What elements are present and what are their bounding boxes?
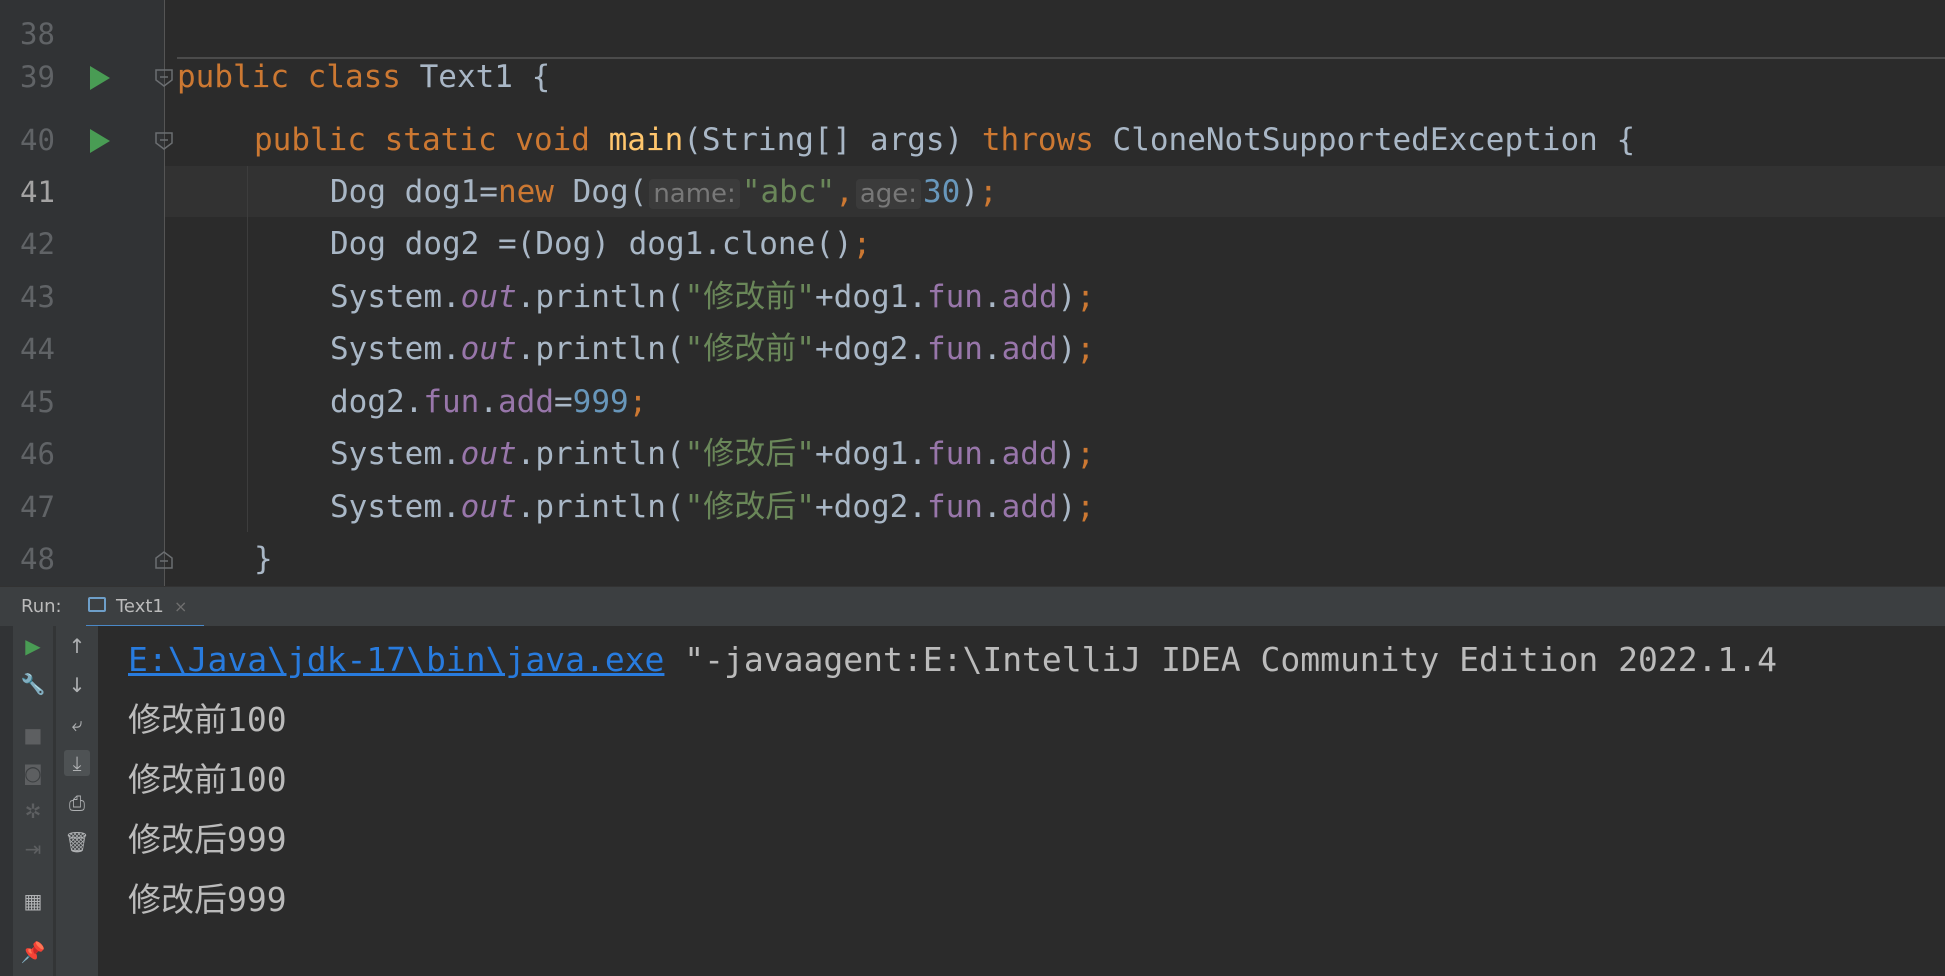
parameter-hint: age: [855, 179, 922, 209]
scroll-to-end-icon[interactable]: ⤓ [64, 750, 90, 776]
code-text: Dog dog2 =(Dog) dog1.clone(); [330, 226, 872, 262]
pin-icon[interactable]: 📌 [20, 939, 46, 965]
fold-icon[interactable] [153, 130, 175, 152]
console-icon [88, 597, 106, 612]
code-text: public class Text1 { [177, 59, 551, 95]
line-number: 46 [20, 437, 55, 471]
console-left-edge [0, 626, 13, 976]
fold-end-icon[interactable] [153, 549, 175, 571]
trash-icon[interactable]: 🗑 [64, 829, 90, 855]
camera-icon[interactable]: ◙ [20, 760, 46, 786]
console-output-line: 修改前100 [128, 760, 287, 799]
line-number: 41 [20, 175, 55, 209]
code-text: System.out.println("修改后"+dog1.fun.add); [330, 436, 1095, 472]
code-text: System.out.println("修改前"+dog1.fun.add); [330, 279, 1095, 315]
line-number: 40 [20, 123, 55, 157]
code-text: Dog dog1=new Dog(name: "abc", age: 30); [330, 174, 998, 210]
run-tool-window-header: Run: Text1 × [0, 586, 1945, 628]
code-line: 40 public static void main(String[] args… [0, 114, 1945, 167]
exit-icon[interactable]: ⇥ [20, 836, 46, 862]
code-line: 39 public class Text1 { [0, 51, 1945, 104]
run-tab-label: Text1 [116, 596, 164, 617]
run-toolbar-right: ↑ ↓ ⤶ ⤓ ⎙ 🗑 [56, 626, 98, 976]
arrow-up-icon[interactable]: ↑ [64, 633, 90, 659]
code-line: 43 System.out.println("修改前"+dog1.fun.add… [0, 271, 1945, 324]
debug-bug-icon[interactable]: ✲ [20, 798, 46, 824]
code-text: System.out.println("修改后"+dog2.fun.add); [330, 489, 1095, 525]
code-line: 44 System.out.println("修改前"+dog2.fun.add… [0, 323, 1945, 376]
code-line: 42 Dog dog2 =(Dog) dog1.clone(); [0, 218, 1945, 271]
close-icon[interactable]: × [174, 587, 187, 627]
console-output-line: 修改前100 [128, 700, 287, 739]
run-label: Run: [21, 596, 62, 617]
code-line: 48 } [0, 533, 1945, 586]
rerun-icon[interactable]: ▶ [20, 633, 46, 659]
soft-wrap-icon[interactable]: ⤶ [64, 711, 90, 737]
console-command-line: E:\Java\jdk-17\bin\java.exe "-javaagent:… [128, 640, 1778, 679]
print-icon[interactable]: ⎙ [64, 790, 90, 816]
code-text: System.out.println("修改前"+dog2.fun.add); [330, 331, 1095, 367]
line-number: 39 [20, 60, 55, 94]
run-toolbar-left: ▶ 🔧 ■ ◙ ✲ ⇥ ▦ 📌 [13, 626, 53, 976]
layout-icon[interactable]: ▦ [20, 888, 46, 914]
parameter-hint: name: [649, 179, 740, 209]
arrow-down-icon[interactable]: ↓ [64, 672, 90, 698]
code-editor[interactable]: 38 39 public class Text1 { 40 public sta… [0, 0, 1945, 586]
line-number: 45 [20, 385, 55, 419]
line-number: 42 [20, 227, 55, 261]
code-line: 47 System.out.println("修改后"+dog2.fun.add… [0, 481, 1945, 534]
java-exe-link[interactable]: E:\Java\jdk-17\bin\java.exe [128, 640, 664, 679]
run-main-icon[interactable] [90, 129, 110, 153]
run-tab-text1[interactable]: Text1 × [86, 587, 204, 628]
code-text: } [254, 541, 273, 577]
code-line: 41 Dog dog1=new Dog(name: "abc", age: 30); [0, 166, 1945, 219]
line-number: 48 [20, 542, 55, 576]
wrench-icon[interactable]: 🔧 [20, 671, 46, 697]
line-number: 43 [20, 280, 55, 314]
code-line: 45 dog2.fun.add=999; [0, 376, 1945, 429]
code-text: dog2.fun.add=999; [330, 384, 648, 420]
run-class-icon[interactable] [90, 66, 110, 90]
stop-icon[interactable]: ■ [20, 722, 46, 748]
console-output-line: 修改后999 [128, 820, 287, 859]
line-number: 47 [20, 490, 55, 524]
code-text: public static void main(String[] args) t… [254, 122, 1636, 158]
console-output-line: 修改后999 [128, 880, 287, 919]
console-output[interactable]: E:\Java\jdk-17\bin\java.exe "-javaagent:… [98, 626, 1945, 976]
fold-icon[interactable] [153, 67, 175, 89]
code-line: 46 System.out.println("修改后"+dog1.fun.add… [0, 428, 1945, 481]
line-number: 44 [20, 332, 55, 366]
